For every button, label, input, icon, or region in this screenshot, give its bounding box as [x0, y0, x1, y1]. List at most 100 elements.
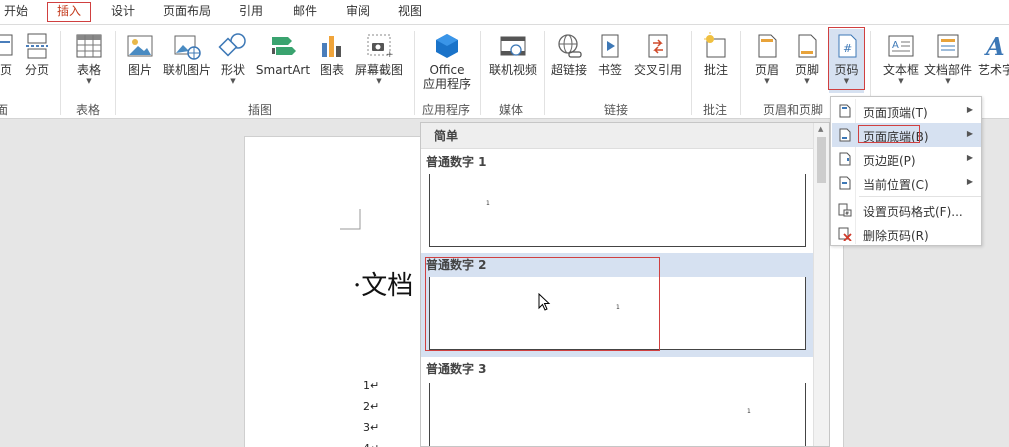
page-break-button[interactable]: 分页: [22, 31, 52, 93]
wordart-button[interactable]: A 艺术字: [976, 31, 1009, 93]
cover-page-button[interactable]: 页: [0, 31, 18, 93]
page-number-menu: 页面顶端(T) ▶ 页面底端(B) ▶ 页边距(P) ▶ 当前位置(C) ▶ #…: [830, 96, 982, 246]
bookmark-button[interactable]: 书签: [594, 31, 626, 93]
margin-corner-marker: [340, 209, 361, 230]
group-label-apps: 应用程序: [422, 103, 471, 117]
picture-icon: [127, 35, 153, 57]
document-line: 3↵: [363, 421, 380, 434]
office-apps-button[interactable]: Office 应用程序: [418, 31, 476, 93]
chevron-down-icon: ▼: [764, 77, 770, 85]
svg-text:#: #: [845, 211, 849, 217]
scrollbar-thumb[interactable]: [817, 137, 826, 183]
chevron-down-icon: ▼: [804, 77, 810, 85]
document-lines: 1↵ 2↵ 3↵ 4↵: [363, 375, 379, 447]
submenu-arrow-icon: ▶: [966, 105, 973, 114]
chevron-down-icon: ▼: [86, 77, 92, 85]
page-number-highlight: [828, 27, 865, 90]
video-icon: [500, 36, 526, 56]
chevron-down-icon: ▼: [376, 77, 382, 85]
picture-button[interactable]: 图片: [122, 31, 158, 93]
tab-home[interactable]: 开始: [4, 2, 28, 22]
smartart-icon: [272, 37, 296, 55]
remove-page-numbers-icon: [838, 227, 852, 241]
format-page-numbers-icon: #: [838, 203, 852, 217]
document-line: 2↵: [363, 400, 380, 413]
chevron-down-icon: ▼: [230, 77, 236, 85]
svg-text:+: +: [386, 50, 394, 60]
page-icon: [0, 34, 13, 56]
ribbon-tab-bar: 开始 插入 设计 页面布局 引用 邮件 审阅 视图: [0, 0, 1009, 24]
submenu-arrow-icon: ▶: [966, 177, 973, 186]
header-icon: [758, 34, 777, 58]
group-label-links: 链接: [604, 103, 629, 117]
chart-icon: [322, 36, 341, 57]
cross-reference-button[interactable]: 交叉引用: [630, 31, 686, 93]
document-line: 1↵: [363, 379, 380, 392]
tab-references[interactable]: 引用: [239, 2, 263, 22]
textbox-icon: A: [888, 35, 914, 57]
submenu-arrow-icon: ▶: [966, 129, 973, 138]
wordart-icon: A: [984, 32, 1005, 61]
page-number-gallery: 简单 普通数字 1 1 普通数字 2 1 普通数字 3 1 ▲: [420, 122, 830, 447]
gallery-item-plain-number-3[interactable]: 普通数字 3 1: [421, 357, 815, 446]
online-picture-icon: [174, 35, 201, 60]
bottom-of-page-icon: [839, 128, 851, 142]
page-break-icon: [26, 33, 48, 59]
gallery-thumbnail: 1: [429, 383, 806, 446]
document-parts-icon: [937, 34, 959, 58]
top-of-page-icon: [839, 104, 851, 118]
textbox-button[interactable]: A 文本框 ▼: [878, 31, 924, 93]
tab-insert[interactable]: 插入: [47, 2, 92, 22]
menu-item-format-page-numbers[interactable]: # 设置页码格式(F)...: [832, 198, 981, 222]
group-label-pages: 面: [0, 103, 9, 117]
mouse-cursor-icon: [538, 293, 551, 311]
online-video-button[interactable]: 联机视频: [486, 31, 540, 93]
shapes-button[interactable]: 形状 ▼: [216, 31, 250, 93]
document-heading: ·文档: [353, 271, 414, 301]
current-position-icon: [839, 176, 851, 190]
chart-button[interactable]: 图表: [314, 31, 350, 93]
bookmark-icon: [601, 34, 619, 58]
gallery-section-header: 简单: [421, 123, 815, 149]
tab-view[interactable]: 视图: [398, 2, 422, 22]
chevron-down-icon: ▼: [945, 77, 951, 85]
svg-text:A: A: [984, 32, 1005, 61]
menu-item-top-of-page[interactable]: 页面顶端(T) ▶: [832, 99, 981, 123]
shapes-icon: [218, 33, 246, 57]
group-label-illustrations: 插图: [248, 103, 273, 117]
tab-mailings[interactable]: 邮件: [293, 2, 317, 22]
scroll-up-arrow-icon[interactable]: ▲: [818, 125, 823, 133]
gallery-item-plain-number-1[interactable]: 普通数字 1 1: [421, 150, 815, 253]
comment-button[interactable]: 批注: [697, 31, 735, 93]
tab-page-layout[interactable]: 页面布局: [163, 2, 211, 22]
menu-item-current-position[interactable]: 当前位置(C) ▶: [832, 171, 981, 195]
table-icon: [76, 34, 102, 58]
group-label-comments: 批注: [703, 103, 728, 117]
comment-icon: [704, 32, 726, 58]
gallery-thumbnail: 1: [429, 174, 806, 247]
gallery-scrollbar[interactable]: ▲: [813, 123, 829, 446]
chevron-down-icon: ▼: [898, 77, 904, 85]
hyperlink-button[interactable]: 超链接: [548, 31, 590, 93]
footer-button[interactable]: 页脚 ▼: [788, 31, 826, 93]
camera-icon: +: [367, 34, 394, 60]
group-label-tables: 表格: [76, 103, 101, 117]
office-apps-icon: [436, 34, 458, 58]
cross-reference-icon: [648, 34, 668, 58]
document-parts-button[interactable]: 文档部件 ▼: [923, 31, 973, 93]
document-line: 4↵: [363, 438, 379, 447]
submenu-arrow-icon: ▶: [966, 153, 973, 162]
online-picture-button[interactable]: 联机图片: [160, 31, 214, 93]
screenshot-button[interactable]: + 屏幕截图 ▼: [352, 31, 406, 93]
table-button[interactable]: 表格 ▼: [70, 31, 108, 93]
menu-item-page-margins[interactable]: 页边距(P) ▶: [832, 147, 981, 171]
group-label-header-footer: 页眉和页脚: [763, 103, 824, 117]
menu-item-remove-page-numbers[interactable]: 删除页码(R): [832, 222, 981, 246]
svg-text:A: A: [892, 40, 899, 51]
footer-icon: [798, 34, 817, 58]
tab-design[interactable]: 设计: [111, 2, 135, 22]
header-button[interactable]: 页眉 ▼: [748, 31, 786, 93]
smartart-button[interactable]: SmartArt: [254, 31, 312, 93]
tab-review[interactable]: 审阅: [346, 2, 370, 22]
hyperlink-icon: [558, 34, 582, 58]
